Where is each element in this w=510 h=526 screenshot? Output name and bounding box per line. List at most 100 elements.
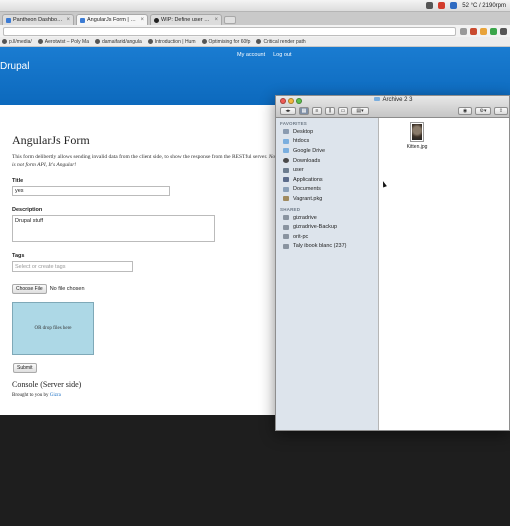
- browser-tab-strip: Pantheon Dashboard × AngularJs Form | He…: [0, 12, 510, 25]
- close-icon[interactable]: ×: [66, 17, 70, 23]
- sidebar-item-documents[interactable]: Documents: [276, 185, 378, 195]
- computer-icon: [283, 224, 289, 230]
- downloads-icon: [283, 158, 289, 164]
- tab-label: WIP: Define user hierarch: [161, 17, 213, 23]
- action-gear-button[interactable]: ⚙▾: [475, 107, 491, 115]
- folder-icon: [283, 148, 289, 154]
- package-icon: [283, 196, 289, 202]
- drupal-icon: [80, 17, 85, 23]
- bookmark-label: Critical render path: [263, 38, 306, 45]
- sidebar-item-label: htdocs: [293, 138, 310, 145]
- finder-file-area: Kitten.jpg: [380, 118, 509, 430]
- bookmark-label: Aerotwist – Poly Ma: [44, 38, 89, 45]
- user-menu: My account Log out: [237, 52, 291, 58]
- extension-icon[interactable]: [470, 27, 477, 35]
- folder-icon: [374, 97, 381, 102]
- tab-wip-define-user[interactable]: WIP: Define user hierarch ×: [150, 14, 222, 25]
- finder-toolbar: ◂▸ ▦ ≡ ⫼ ▭ ▤▾ ◉ ⚙▾ ⇪: [280, 106, 508, 116]
- arrange-button[interactable]: ▤▾: [351, 107, 369, 115]
- finder-sidebar: FAVORITES Desktop htdocs Google Drive Do…: [276, 118, 379, 430]
- bluetooth-icon[interactable]: [450, 2, 458, 9]
- sidebar-item-downloads[interactable]: Downloads: [276, 156, 378, 166]
- bookmark-label: p.ll/media/: [9, 38, 32, 45]
- temperature-status[interactable]: 52 °C / 2190rpm: [462, 3, 506, 9]
- menu-icon[interactable]: [500, 27, 507, 35]
- tab-pantheon-dashboard[interactable]: Pantheon Dashboard ×: [2, 14, 74, 25]
- bookmark-item[interactable]: Optimising for 60fp: [201, 39, 250, 45]
- bookmark-item[interactable]: damaifarid/angula: [94, 39, 142, 45]
- sidebar-item-htdocs[interactable]: htdocs: [276, 137, 378, 147]
- record-icon[interactable]: [438, 2, 446, 9]
- tab-label: AngularJs Form | Headles: [87, 17, 138, 23]
- menu-bar: 52 °C / 2190rpm: [0, 0, 510, 12]
- file-item-kitten[interactable]: Kitten.jpg: [402, 122, 432, 150]
- sidebar-item-label: gizradrive-Backup: [293, 224, 338, 231]
- title-input[interactable]: [12, 186, 170, 196]
- dropbox-icon[interactable]: [426, 2, 434, 9]
- sidebar-item-label: orit-pc: [293, 233, 309, 240]
- my-account-link[interactable]: My account: [237, 52, 265, 58]
- file-name: Kitten.jpg: [406, 144, 428, 150]
- chrome-icon: [201, 39, 207, 44]
- bookmark-item[interactable]: Aerotwist – Poly Ma: [37, 38, 89, 45]
- page-title: AngularJs Form: [12, 133, 90, 147]
- sidebar-item-gizradrive-backup[interactable]: gizradrive-Backup: [276, 222, 378, 232]
- description-textarea[interactable]: Drupal stuff: [12, 215, 215, 242]
- computer-icon: [283, 243, 289, 249]
- tags-input[interactable]: Select or create tags: [12, 261, 133, 272]
- tab-angularjs-form[interactable]: AngularJs Form | Headles ×: [76, 14, 148, 25]
- console-heading: Console (Server side): [12, 380, 82, 389]
- favorites-heading: FAVORITES: [280, 121, 307, 126]
- sidebar-item-google-drive[interactable]: Google Drive: [276, 146, 378, 156]
- description-label: Description: [12, 207, 43, 213]
- extension-icon[interactable]: [480, 27, 487, 35]
- list-view-button[interactable]: ≡: [312, 107, 322, 115]
- star-icon[interactable]: [460, 27, 467, 35]
- sidebar-item-orit-pc[interactable]: orit-pc: [276, 232, 378, 242]
- page-footer: [0, 415, 510, 526]
- sidebar-item-user[interactable]: user: [276, 165, 378, 175]
- sidebar-item-label: Documents: [293, 186, 321, 193]
- sidebar-item-taly-ibook[interactable]: Taly ibook blanc (237): [276, 242, 378, 252]
- bookmark-item[interactable]: Critical render path: [256, 38, 306, 45]
- credit-prefix: Brought to you by: [12, 393, 49, 398]
- sidebar-item-desktop[interactable]: Desktop: [276, 127, 378, 137]
- sidebar-item-label: gizradrive: [293, 214, 317, 221]
- log-out-link[interactable]: Log out: [273, 52, 291, 58]
- sidebar-item-vagrant[interactable]: Vagrant.pkg: [276, 194, 378, 204]
- computer-icon: [283, 215, 289, 221]
- sidebar-item-gizradrive[interactable]: gizradrive: [276, 213, 378, 223]
- site-name[interactable]: Drupal: [0, 61, 29, 72]
- doc-icon: [147, 39, 153, 44]
- sidebar-item-applications[interactable]: Applications: [276, 175, 378, 185]
- new-tab-button[interactable]: [224, 16, 236, 24]
- bookmark-item[interactable]: p.ll/media/: [2, 39, 32, 45]
- close-icon[interactable]: ×: [214, 17, 218, 23]
- gizra-link[interactable]: Gizra: [50, 393, 61, 398]
- sidebar-item-label: Applications: [293, 176, 323, 183]
- intro-text: This form delibertly allows sending inva…: [12, 154, 268, 160]
- bookmark-item[interactable]: Introduction | Hum: [147, 39, 196, 45]
- star-icon: [256, 39, 262, 44]
- tags-label: Tags: [12, 253, 25, 259]
- applications-icon: [283, 177, 289, 183]
- tab-label: Pantheon Dashboard: [13, 17, 65, 23]
- sidebar-item-label: Vagrant.pkg: [293, 195, 323, 202]
- choose-file-button[interactable]: Choose File: [12, 284, 47, 294]
- back-forward-buttons[interactable]: ◂▸: [280, 107, 296, 115]
- share-button[interactable]: ⇪: [494, 107, 508, 115]
- url-field[interactable]: [3, 26, 456, 36]
- home-icon: [283, 167, 289, 173]
- column-view-button[interactable]: ⫼: [325, 107, 335, 115]
- coverflow-view-button[interactable]: ▭: [338, 107, 348, 115]
- submit-button[interactable]: Submit: [13, 363, 37, 373]
- close-icon[interactable]: ×: [140, 17, 144, 23]
- form-intro: This form delibertly allows sending inva…: [12, 153, 312, 169]
- extension-icon[interactable]: [490, 27, 497, 35]
- icon-view-button[interactable]: ▦: [299, 107, 309, 115]
- computer-icon: [283, 234, 289, 240]
- quicklook-button[interactable]: ◉: [458, 107, 472, 115]
- sidebar-item-label: Google Drive: [293, 147, 326, 154]
- image-thumbnail-icon: [410, 122, 424, 142]
- file-dropzone[interactable]: OR drop files here: [12, 302, 94, 355]
